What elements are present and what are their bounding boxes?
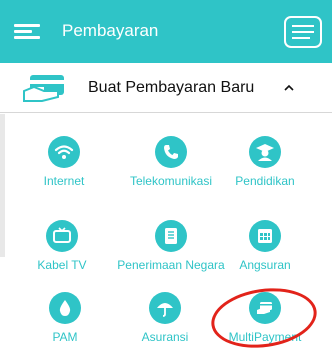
category-label: Kabel TV [37,258,87,272]
water-drop-icon [49,292,81,324]
category-pam[interactable]: PAM [10,292,120,352]
app-header: Pembayaran [0,0,332,63]
calendar-icon [249,220,281,252]
tv-icon [46,220,78,252]
umbrella-icon [149,292,181,324]
category-label: Pendidikan [235,174,295,188]
category-internet[interactable]: Internet [9,136,119,196]
phone-icon [155,136,187,168]
category-angsuran[interactable]: Angsuran [210,220,320,280]
category-asuransi[interactable]: Asuransi [110,292,220,352]
category-label: Asuransi [141,330,189,344]
wifi-icon [48,136,80,168]
new-payment-section-header[interactable]: Buat Pembayaran Baru [0,63,332,113]
page-title: Pembayaran [62,21,159,40]
graduate-icon [249,136,281,168]
category-label: Internet [43,174,85,188]
category-kabel-tv[interactable]: Kabel TV [7,220,117,280]
caret-up-icon[interactable] [282,81,296,95]
category-label: PAM [52,330,78,344]
section-label: Buat Pembayaran Baru [88,79,255,96]
category-label: Angsuran [239,258,291,272]
list-view-icon[interactable] [284,16,322,48]
document-icon [155,220,187,252]
hamburger-menu-icon[interactable] [14,24,40,40]
category-pendidikan[interactable]: Pendidikan [210,136,320,196]
payment-card-hand-icon [20,71,72,105]
